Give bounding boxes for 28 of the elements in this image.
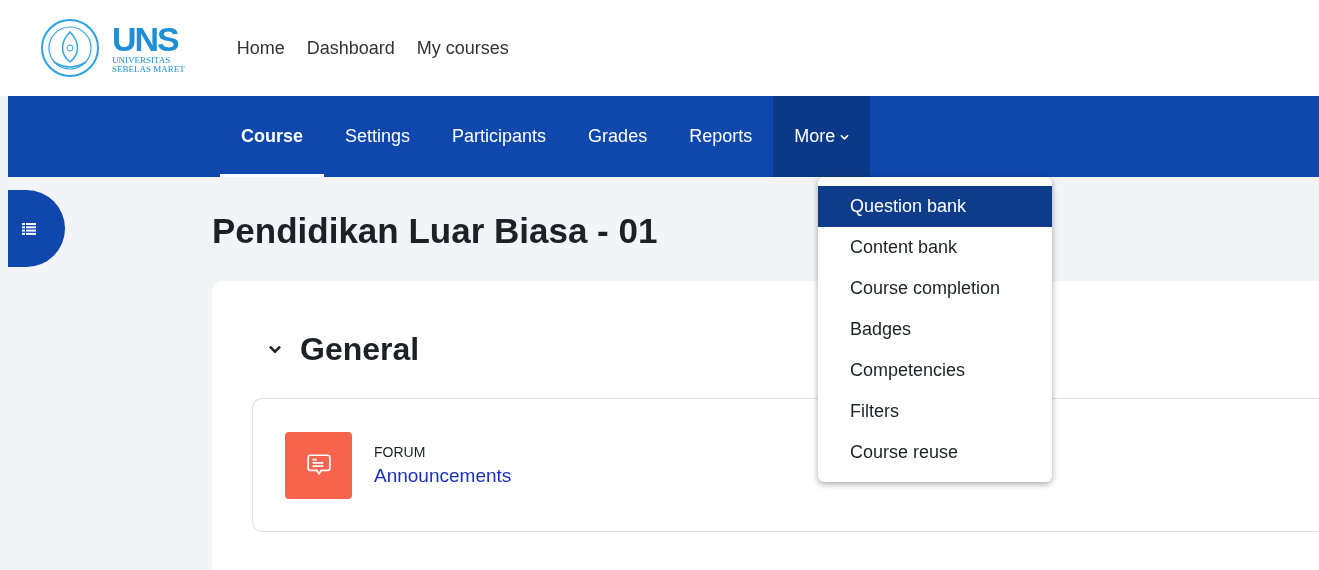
menu-item[interactable]: Course reuse	[818, 432, 1052, 473]
nav-link[interactable]: My courses	[416, 37, 509, 59]
nav-link[interactable]: Home	[236, 37, 285, 59]
list-icon	[22, 222, 36, 235]
course-tab[interactable]: Course	[220, 96, 324, 177]
course-title: Pendidikan Luar Biasa - 01	[212, 211, 658, 251]
logo-subtitle: SEBELAS MARET	[112, 65, 185, 74]
menu-item[interactable]: Competencies	[818, 350, 1052, 391]
logo-subtitle: UNIVERSITAS	[112, 56, 172, 65]
logo-wordmark: UNS	[112, 22, 180, 56]
menu-item[interactable]: Content bank	[818, 227, 1052, 268]
section-title: General	[300, 331, 420, 368]
forum-icon	[285, 431, 352, 499]
course-tab[interactable]: Reports	[668, 96, 774, 177]
more-menu-button[interactable]: More	[773, 96, 871, 177]
chevron-down-icon	[840, 133, 850, 140]
nav-link[interactable]: Dashboard	[306, 37, 395, 59]
menu-item[interactable]: Badges	[818, 309, 1052, 350]
activity-link[interactable]: Announcements	[374, 464, 512, 487]
course-tab[interactable]: Grades	[567, 96, 669, 177]
drawer-toggle-button[interactable]	[8, 190, 65, 267]
menu-item[interactable]: Question bank	[818, 186, 1052, 227]
activity-type: FORUM	[374, 443, 427, 460]
menu-item[interactable]: Course completion	[818, 268, 1052, 309]
course-tab[interactable]: Participants	[431, 96, 568, 177]
menu-item[interactable]: Filters	[818, 391, 1052, 432]
chevron-icon[interactable]	[268, 345, 282, 354]
course-tab[interactable]: Settings	[324, 96, 432, 177]
